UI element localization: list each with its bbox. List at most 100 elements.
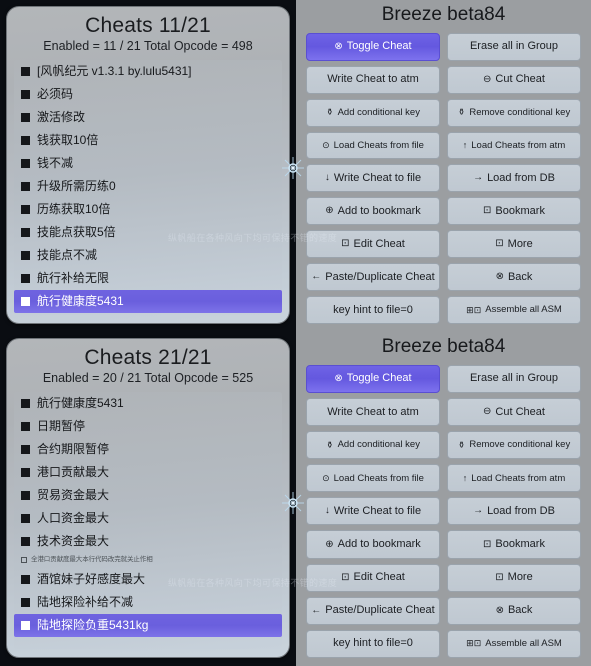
load-cheats-from-atm-button[interactable]: ↑ Load Cheats from atm (447, 131, 581, 160)
checkbox-icon[interactable] (21, 181, 30, 191)
edit-cheat-button[interactable]: ⊡ Edit Cheat (306, 230, 440, 259)
cheat-row[interactable]: 技术资金最大 (14, 530, 282, 553)
cheat-row-label: 必须码 (37, 87, 74, 102)
cheat-list[interactable]: [风帆纪元 v1.3.1 by.lulu5431] 必须码激活修改钱获取10倍 钱不… (14, 59, 282, 315)
button-label: key hint to file=0 (333, 303, 413, 316)
checkbox-icon[interactable] (21, 620, 30, 630)
key-hint-to-file-0-button[interactable]: key hint to file=0 (306, 629, 440, 658)
minus-circle-icon: ⊖ (483, 73, 492, 85)
cheat-panel-bottom-left: Cheats 21/21 Enabled = 20 / 21 Total Opc… (0, 332, 296, 666)
write-cheat-to-atm-button[interactable]: Write Cheat to atm (306, 397, 440, 427)
checkbox-icon[interactable] (21, 273, 30, 283)
cheat-row-label: 钱不减 (37, 156, 74, 171)
cheat-row[interactable]: 激活修改 (14, 106, 282, 129)
checkbox-icon[interactable] (21, 135, 30, 145)
arrow-up-icon: ↑ (462, 472, 468, 483)
checkbox-icon[interactable] (21, 574, 30, 584)
checkbox-icon[interactable] (21, 227, 30, 237)
paste-duplicate-cheat-button[interactable]: ← Paste/Duplicate Cheat (306, 263, 440, 292)
screen-root: Cheats 11/21 Enabled = 11 / 21 Total Opc… (0, 0, 591, 666)
checkbox-icon[interactable] (21, 296, 30, 306)
checkbox-icon[interactable] (21, 557, 27, 564)
cheat-list[interactable]: 航行健康度5431 日期暂停合约期限暂停港口贡献最大贸易资金最大 人口资金最大 技术资… (14, 391, 282, 649)
checkbox-icon[interactable] (21, 513, 30, 523)
checkbox-icon[interactable] (21, 536, 30, 546)
checkbox-icon[interactable] (21, 597, 30, 607)
cheat-row[interactable]: 日期暂停 (14, 415, 282, 438)
checkbox-icon[interactable] (21, 490, 30, 500)
checkbox-icon[interactable] (21, 158, 30, 168)
cheat-row[interactable]: 全港口贡献度最大本行代码改完就关止作相 (14, 553, 282, 568)
assemble-all-asm-button[interactable]: ⊞⊡ Assemble all ASM (447, 629, 581, 658)
write-cheat-to-file-button[interactable]: ↓ Write Cheat to file (306, 497, 440, 526)
more-icon: ⊡ (495, 238, 504, 250)
back-button[interactable]: ⊗ Back (447, 263, 581, 292)
cheat-row[interactable]: 港口贡献最大 (14, 461, 282, 484)
cheat-row-label: 港口贡献最大 (37, 465, 110, 480)
toggle-icon: ⊗ (334, 372, 343, 384)
cut-cheat-button[interactable]: ⊖ Cut Cheat (447, 65, 581, 94)
more-button[interactable]: ⊡ More (447, 563, 581, 592)
cheat-row-label: 航行补给无限 (37, 271, 110, 286)
write-cheat-to-file-button[interactable]: ↓ Write Cheat to file (306, 164, 440, 193)
remove-conditional-key-button[interactable]: ⚱ Remove conditional key (447, 431, 581, 460)
cheat-row[interactable]: 航行健康度5431 (14, 392, 282, 415)
cheat-row[interactable]: 技能点获取5倍 (14, 221, 282, 244)
paste-duplicate-cheat-button[interactable]: ← Paste/Duplicate Cheat (306, 596, 440, 625)
back-button[interactable]: ⊗ Back (447, 596, 581, 625)
key-hint-to-file-0-button[interactable]: key hint to file=0 (306, 296, 440, 324)
edit-icon: ⊡ (341, 238, 350, 250)
cheat-row[interactable]: 陆地探险补给不减 (14, 591, 282, 614)
cheat-row[interactable]: 合约期限暂停 (14, 438, 282, 461)
load-cheats-from-atm-button[interactable]: ↑ Load Cheats from atm (447, 464, 581, 493)
erase-all-in-group-button[interactable]: Erase all in Group (447, 32, 581, 61)
checkbox-icon[interactable] (21, 444, 30, 454)
back-icon: ⊗ (495, 604, 504, 616)
load-from-db-button[interactable]: → Load from DB (447, 497, 581, 526)
button-label: More (507, 571, 533, 584)
button-label: Erase all in Group (469, 372, 559, 385)
cheat-row[interactable]: 钱不减 (14, 152, 282, 175)
cheat-row[interactable]: 贸易资金最大 (14, 484, 282, 507)
cut-cheat-button[interactable]: ⊖ Cut Cheat (447, 397, 581, 427)
add-conditional-key-button[interactable]: ⚱ Add conditional key (306, 98, 440, 127)
checkbox-icon[interactable] (21, 89, 30, 99)
checkbox-icon[interactable] (21, 204, 30, 214)
more-button[interactable]: ⊡ More (447, 230, 581, 259)
load-cheats-from-file-button[interactable]: ⊙ Load Cheats from file (306, 131, 440, 160)
assemble-all-asm-button[interactable]: ⊞⊡ Assemble all ASM (447, 296, 581, 324)
cheat-row[interactable]: 升级所需历练0 (14, 175, 282, 198)
toggle-cheat-button[interactable]: ⊗ Toggle Cheat (306, 32, 440, 61)
checkbox-icon[interactable] (21, 66, 30, 76)
add-to-bookmark-button[interactable]: ⊕ Add to bookmark (306, 530, 440, 559)
checkbox-icon[interactable] (21, 398, 30, 408)
add-to-bookmark-button[interactable]: ⊕ Add to bookmark (306, 197, 440, 226)
cheat-row[interactable]: 航行补给无限 (14, 267, 282, 290)
edit-cheat-button[interactable]: ⊡ Edit Cheat (306, 563, 440, 592)
cheat-row[interactable]: 人口资金最大 (14, 507, 282, 530)
cheat-row[interactable]: 钱获取10倍 (14, 129, 282, 152)
bookmark-button[interactable]: ⊡ Bookmark (447, 530, 581, 559)
write-cheat-to-atm-button[interactable]: Write Cheat to atm (306, 65, 440, 94)
cheat-row[interactable]: 酒馆妹子好感度最大 (14, 568, 282, 591)
checkbox-icon[interactable] (21, 112, 30, 122)
toggle-cheat-button[interactable]: ⊗ Toggle Cheat (306, 364, 440, 393)
checkbox-icon[interactable] (21, 421, 30, 431)
minus-circle-icon: ⊖ (483, 406, 492, 418)
cheat-row-label: 钱获取10倍 (37, 133, 99, 148)
cheat-row-selected[interactable]: 航行健康度5431 (14, 289, 282, 313)
bookmark-button[interactable]: ⊡ Bookmark (447, 197, 581, 226)
remove-conditional-key-button[interactable]: ⚱ Remove conditional key (447, 98, 581, 127)
add-conditional-key-button[interactable]: ⚱ Add conditional key (306, 431, 440, 460)
load-cheats-from-file-button[interactable]: ⊙ Load Cheats from file (306, 464, 440, 493)
cheat-row-label: 日期暂停 (37, 419, 86, 434)
cheat-row[interactable]: 技能点不减 (14, 244, 282, 267)
load-from-db-button[interactable]: → Load from DB (447, 164, 581, 193)
cheat-row[interactable]: 历练获取10倍 (14, 198, 282, 221)
erase-all-in-group-button[interactable]: Erase all in Group (447, 364, 581, 393)
cheat-row-selected[interactable]: 陆地探险负重5431kg (14, 613, 282, 637)
checkbox-icon[interactable] (21, 467, 30, 477)
cheat-row[interactable]: [风帆纪元 v1.3.1 by.lulu5431] (14, 60, 282, 83)
checkbox-icon[interactable] (21, 250, 30, 260)
cheat-row[interactable]: 必须码 (14, 83, 282, 106)
